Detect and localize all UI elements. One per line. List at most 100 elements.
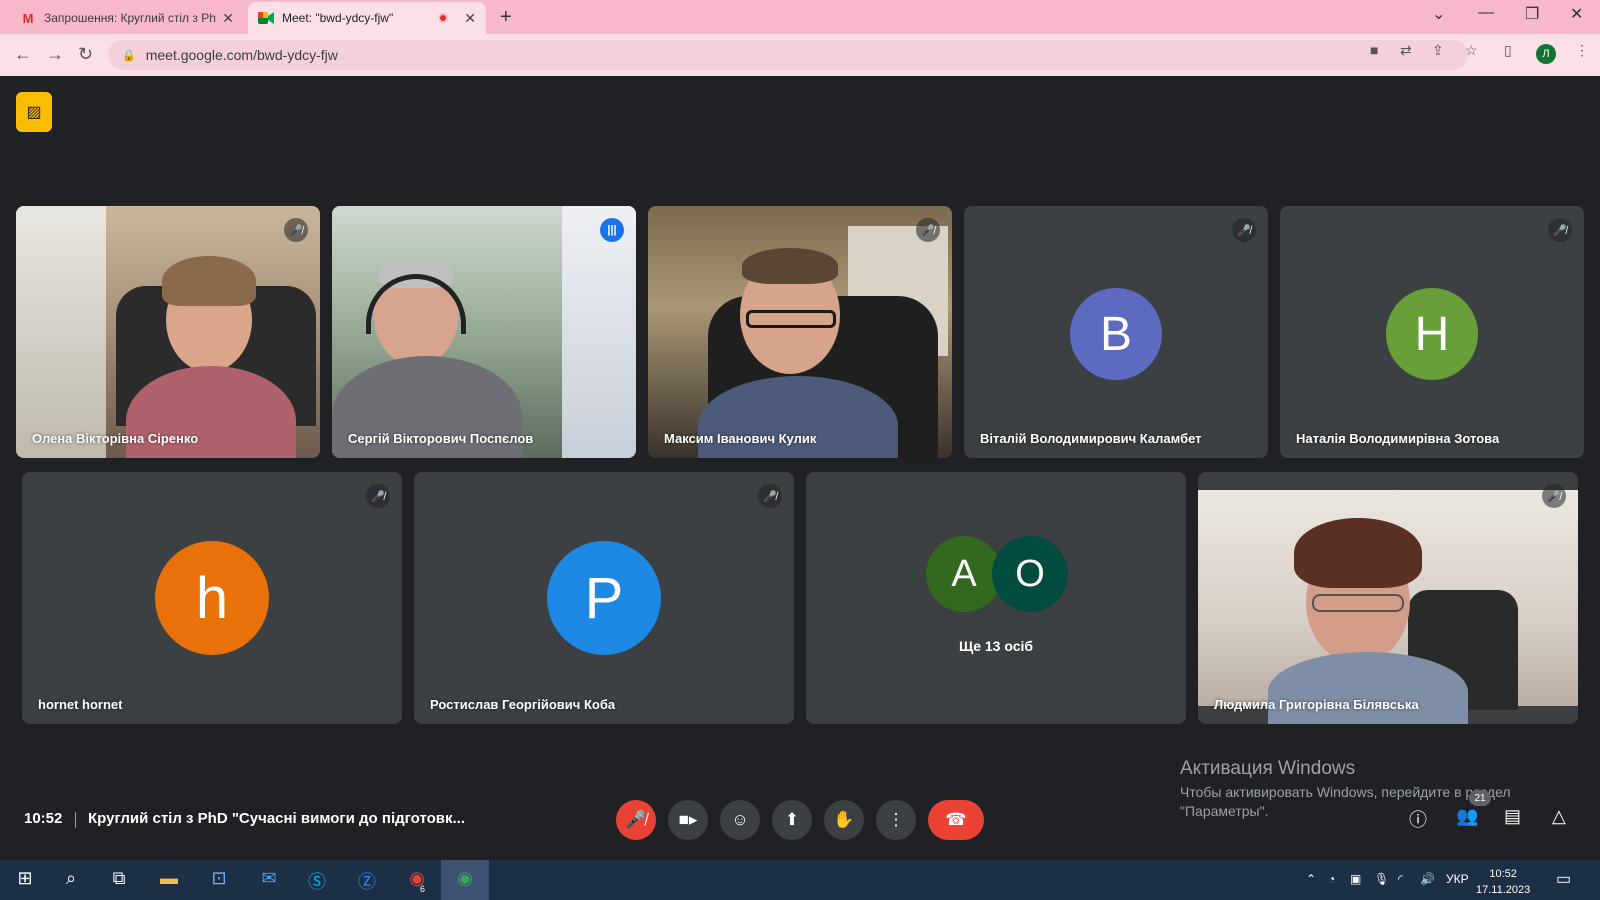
participant-tile[interactable]: h 🎤̸ hornet hornet <box>22 472 402 724</box>
participant-video <box>332 206 636 458</box>
participant-tile[interactable]: Н 🎤̸ Наталія Володимирівна Зотова <box>1280 206 1584 458</box>
restore-button[interactable]: ❐ <box>1525 4 1539 24</box>
file-explorer-icon[interactable]: ▬ <box>156 868 182 889</box>
divider <box>75 812 76 828</box>
participant-video <box>16 206 320 458</box>
activation-line: Чтобы активировать Windows, перейдите в … <box>1180 784 1511 800</box>
participant-name: Максим Іванович Кулик <box>664 431 817 446</box>
new-tab-button[interactable]: + <box>500 6 512 29</box>
gmail-icon: M <box>22 10 34 26</box>
notifications-icon[interactable]: ▭ <box>1556 869 1571 889</box>
close-window-button[interactable]: ✕ <box>1570 4 1583 24</box>
more-participants-label: Ще 13 осіб <box>958 638 1034 654</box>
people-count-badge: 21 <box>1469 790 1491 806</box>
side-panel-icon[interactable]: ▯ <box>1504 42 1512 59</box>
participant-tile[interactable]: 🎤̸ Олена Вікторівна Сіренко <box>16 206 320 458</box>
zoom-icon[interactable]: Ⓩ <box>354 868 380 894</box>
mail-icon[interactable]: ✉ <box>256 868 282 889</box>
share-icon[interactable]: ⇪ <box>1432 42 1444 59</box>
participant-avatar: О <box>992 536 1068 612</box>
participant-tile[interactable]: В 🎤̸ Віталій Володимирович Каламбет <box>964 206 1268 458</box>
muted-mic-icon: 🎤̸ <box>916 218 940 242</box>
people-button[interactable]: 👥 <box>1456 806 1478 827</box>
participant-name: hornet hornet <box>38 697 123 712</box>
more-options-button[interactable]: ⋮ <box>876 800 916 840</box>
muted-mic-icon: 🎤̸ <box>284 218 308 242</box>
muted-mic-icon: 🎤̸ <box>1548 218 1572 242</box>
wifi-icon[interactable]: ◜ <box>1398 872 1403 886</box>
close-tab-icon[interactable]: ✕ <box>464 10 476 27</box>
participant-tile[interactable]: Р 🎤̸ Ростислав Георгійович Коба <box>414 472 794 724</box>
video-camera-icon: ■▸ <box>678 810 698 829</box>
activation-title: Активация Windows <box>1180 758 1356 779</box>
screen-share-tray-icon[interactable]: ▣ <box>1350 872 1361 886</box>
browser-menu-icon[interactable]: ⋮ <box>1575 42 1589 59</box>
meet-now-icon[interactable]: ◔ <box>1328 872 1335 886</box>
meeting-title[interactable]: Круглий стіл з PhD "Сучасні вимоги до пі… <box>88 810 465 827</box>
camera-toggle-button[interactable]: ■▸ <box>668 800 708 840</box>
chrome-profile-icon[interactable]: ◉ <box>452 868 478 889</box>
close-tab-icon[interactable]: ✕ <box>222 10 234 27</box>
participant-tile[interactable]: 🎤̸ Людмила Григорівна Білявська <box>1198 472 1578 724</box>
profile-avatar[interactable]: Л <box>1536 44 1556 64</box>
clock-date: 17.11.2023 <box>1476 884 1531 896</box>
participant-avatar: В <box>1070 288 1162 380</box>
bookmark-star-icon[interactable]: ☆ <box>1465 42 1478 59</box>
tab-meet[interactable]: Meet: "bwd-ydcy-fjw" ✕ <box>248 2 486 34</box>
shapes-icon: △ <box>1552 806 1566 826</box>
skype-icon[interactable]: Ⓢ <box>304 868 330 894</box>
participant-avatar: Р <box>547 541 661 655</box>
windows-start-icon[interactable]: ⊞ <box>12 868 38 889</box>
microphone-tray-icon[interactable]: 🎙 <box>1374 872 1389 886</box>
participant-video <box>648 206 952 458</box>
search-icon[interactable]: ⌕ <box>58 868 84 889</box>
tab-title: Meet: "bwd-ydcy-fjw" <box>282 11 394 25</box>
muted-mic-icon: 🎤̸ <box>366 484 390 508</box>
mic-toggle-button[interactable]: 🎤̸ <box>616 800 656 840</box>
show-hidden-icons-icon[interactable]: ⌃ <box>1306 872 1316 886</box>
participant-avatar: Н <box>1386 288 1478 380</box>
store-icon[interactable]: ⊡ <box>206 868 232 889</box>
forward-button[interactable]: → <box>46 44 64 65</box>
reactions-button[interactable]: ☺ <box>720 800 760 840</box>
url-text: meet.google.com/bwd-ydcy-fjw <box>145 47 338 63</box>
task-view-icon[interactable]: ⧉ <box>106 868 132 889</box>
present-icon: ⬆ <box>784 810 800 829</box>
meet-icon <box>258 10 274 26</box>
participant-name: Олена Вікторівна Сіренко <box>32 431 199 446</box>
reload-button[interactable]: ↻ <box>78 44 93 65</box>
tab-gmail-invitation[interactable]: M Запрошення: Круглий стіл з PhD ✕ <box>10 2 244 34</box>
participant-tile-speaking[interactable]: ||| Сергій Вікторович Поспєлов <box>332 206 636 458</box>
more-vert-icon: ⋮ <box>887 810 905 829</box>
chrome-icon[interactable]: ◉ <box>404 868 430 889</box>
chat-button[interactable]: ▤ <box>1504 806 1521 827</box>
meeting-time: 10:52 <box>24 810 63 827</box>
activities-button[interactable]: △ <box>1552 806 1566 827</box>
participant-tile[interactable]: 🎤̸ Максим Іванович Кулик <box>648 206 952 458</box>
recording-info-badge[interactable]: ▨ <box>16 92 52 132</box>
meeting-info-button[interactable]: ⓘ <box>1409 806 1427 832</box>
volume-icon[interactable]: 🔊 <box>1420 872 1435 886</box>
chrome-window-count: 6 <box>420 884 426 894</box>
minimize-button[interactable]: — <box>1478 4 1494 22</box>
clock-time: 10:52 <box>1489 868 1517 880</box>
translate-icon[interactable]: ⇄ <box>1400 42 1412 59</box>
present-screen-button[interactable]: ⬆ <box>772 800 812 840</box>
speaking-indicator-icon: ||| <box>600 218 624 242</box>
camera-in-use-icon[interactable]: ■ <box>1370 42 1378 58</box>
leave-call-button[interactable]: ☎ <box>928 800 984 840</box>
raise-hand-button[interactable]: ✋ <box>824 800 864 840</box>
back-button[interactable]: ← <box>14 44 32 65</box>
hang-up-icon: ☎ <box>945 810 967 829</box>
taskbar-clock[interactable]: 10:52 17.11.2023 <box>1476 866 1530 898</box>
participant-video <box>1198 490 1578 724</box>
url-input[interactable]: 🔒 meet.google.com/bwd-ydcy-fjw <box>108 40 1468 70</box>
input-language[interactable]: УКР <box>1446 872 1469 886</box>
browser-tab-bar: M Запрошення: Круглий стіл з PhD ✕ Meet:… <box>0 0 1600 34</box>
tab-search-chevron-icon[interactable]: ⌄ <box>1432 4 1445 24</box>
lock-icon: 🔒 <box>122 49 136 62</box>
participant-avatar: h <box>155 541 269 655</box>
participant-name: Ростислав Георгійович Коба <box>430 697 616 712</box>
participant-avatar: А <box>926 536 1002 612</box>
more-participants-tile[interactable]: А О Ще 13 осіб <box>806 472 1186 724</box>
